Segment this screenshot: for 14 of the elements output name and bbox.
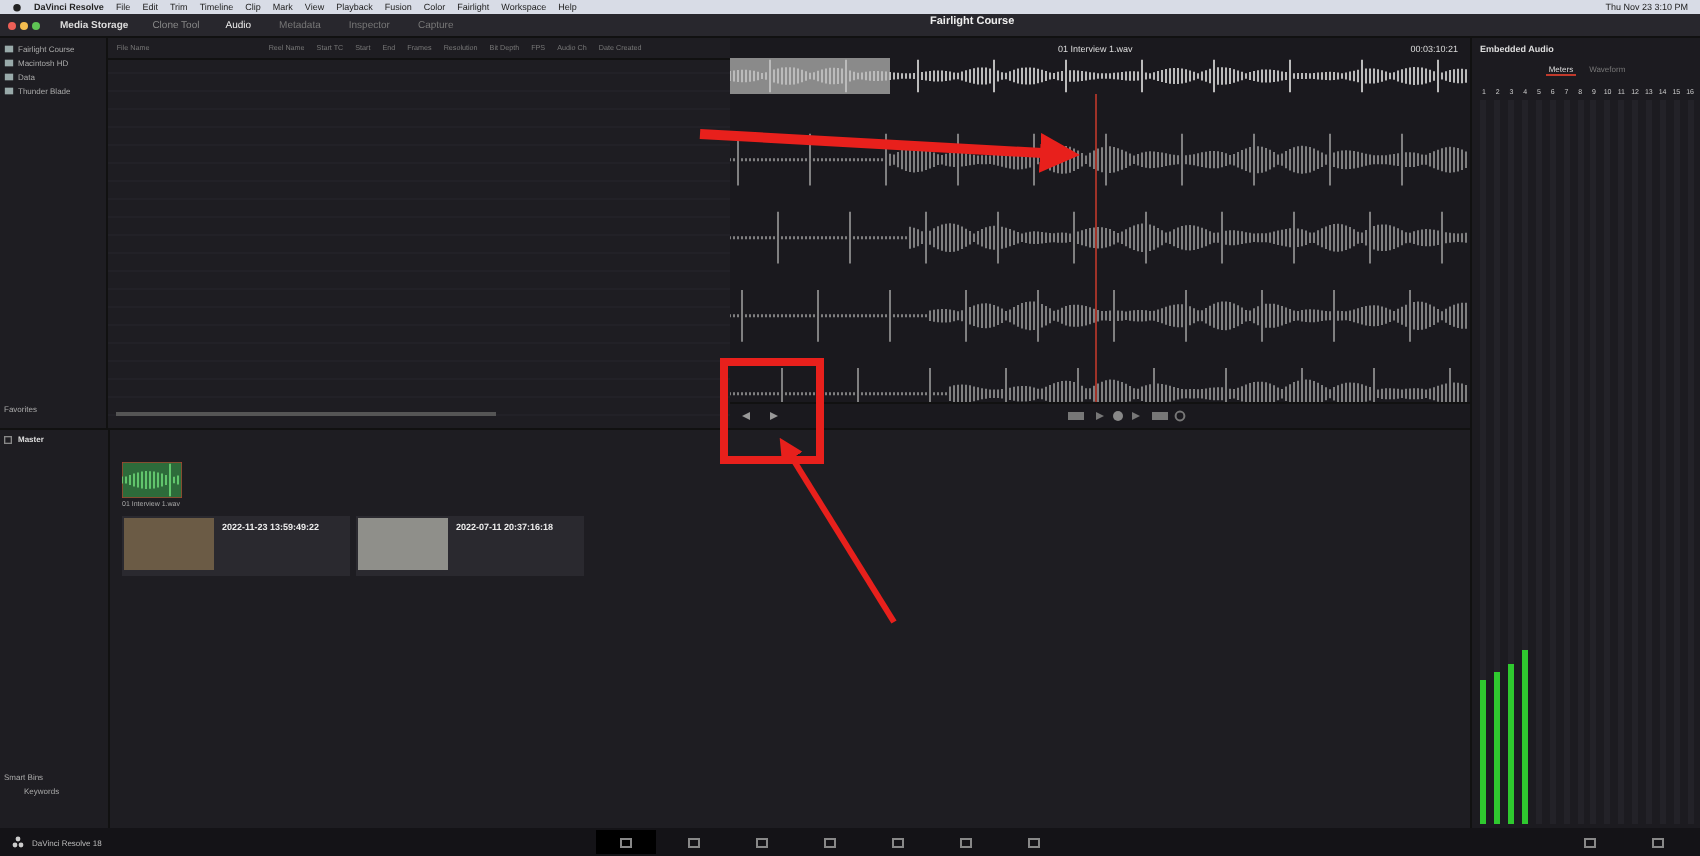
app-logo-icon <box>12 836 24 848</box>
photo-placeholder <box>124 518 214 570</box>
highlight-frame <box>720 358 824 464</box>
waveform-overview[interactable] <box>730 58 1470 94</box>
apple-logo-icon[interactable] <box>12 2 22 12</box>
audio-waveform[interactable] <box>730 94 1470 402</box>
jog-left-icon[interactable] <box>742 412 750 420</box>
panel-toggle-icon[interactable] <box>4 435 12 443</box>
transport-controls-icon[interactable] <box>1068 410 1188 422</box>
audio-clip-thumbnail[interactable] <box>122 462 182 498</box>
photo-placeholder <box>358 518 448 570</box>
jog-right-icon[interactable] <box>770 412 778 420</box>
scrollbar[interactable] <box>116 412 497 416</box>
window-controls-icon[interactable] <box>8 21 40 29</box>
